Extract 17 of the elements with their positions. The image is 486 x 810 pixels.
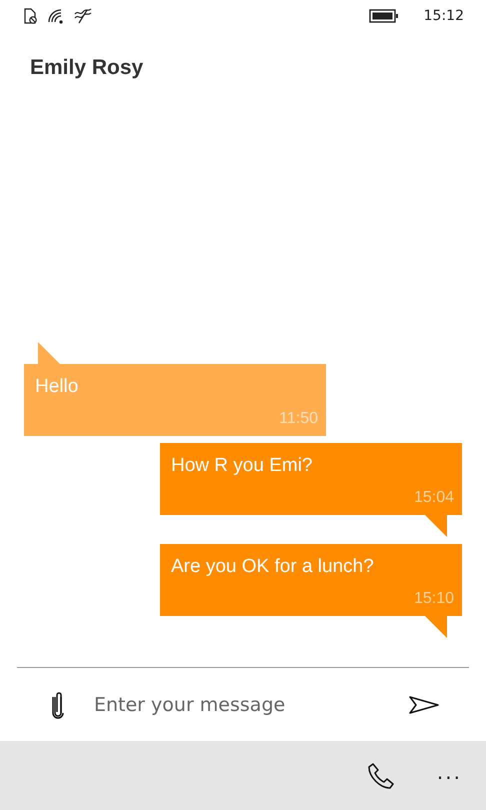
contact-name: Emily Rosy xyxy=(29,55,144,81)
paperclip-icon[interactable] xyxy=(51,690,65,718)
message-text: Are you OK for a lunch? xyxy=(171,556,375,578)
send-icon[interactable] xyxy=(409,696,439,714)
message-text: How R you Emi? xyxy=(171,455,314,477)
message-time: 11:50 xyxy=(278,410,318,428)
more-button[interactable]: ... xyxy=(432,760,466,792)
status-time: 15:12 xyxy=(424,8,464,24)
message-time: 15:04 xyxy=(412,489,454,507)
message-input-field[interactable]: Enter your message xyxy=(94,694,409,716)
wifi-icon xyxy=(47,8,65,24)
phone-icon[interactable] xyxy=(366,762,395,790)
message-text: Hello xyxy=(35,376,80,398)
message-time: 15:10 xyxy=(412,590,454,608)
sim-blocked-icon xyxy=(24,8,38,24)
battery-icon xyxy=(368,9,399,23)
signal-wave-icon xyxy=(74,8,92,24)
